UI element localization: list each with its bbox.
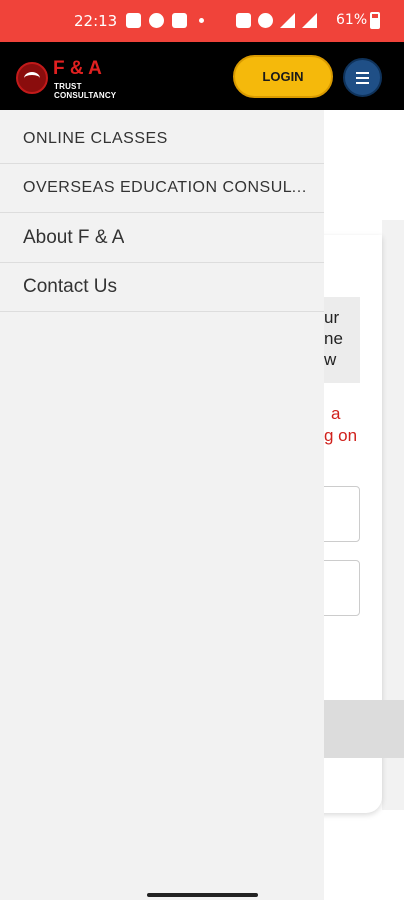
facebook-icon bbox=[149, 13, 164, 28]
gesture-handle[interactable] bbox=[147, 893, 258, 897]
drawer-item-about[interactable]: About F & A bbox=[0, 214, 324, 263]
login-button[interactable]: LOGIN bbox=[233, 55, 333, 98]
status-bar: 22:13 61% bbox=[0, 0, 404, 42]
signal-icon bbox=[302, 13, 317, 28]
logo-title: F & A bbox=[53, 58, 102, 79]
notice-text-line-2: g on bbox=[324, 426, 358, 445]
drawer-item-online-classes[interactable]: ONLINE CLASSES bbox=[0, 115, 324, 164]
pocket-icon bbox=[172, 13, 187, 28]
status-system-icons bbox=[236, 13, 317, 28]
info-text-line-1: ur bbox=[324, 308, 340, 327]
site-logo[interactable]: F & A TRUST CONSULTANCY bbox=[16, 58, 141, 100]
drawer-item-label: ONLINE CLASSES bbox=[23, 130, 168, 147]
nfc-icon bbox=[236, 13, 251, 28]
drawer-item-label: Contact Us bbox=[23, 276, 117, 297]
menu-button[interactable] bbox=[343, 58, 382, 97]
data-4g-icon bbox=[280, 13, 295, 28]
status-time: 22:13 bbox=[74, 12, 118, 30]
notice-text-line-1: a bbox=[331, 404, 341, 423]
hamburger-icon bbox=[356, 71, 369, 74]
battery-percent: 61% bbox=[336, 12, 368, 28]
drawer-item-label: OVERSEAS EDUCATION CONSULTANCY bbox=[23, 179, 308, 196]
nav-drawer: ONLINE CLASSES OVERSEAS EDUCATION CONSUL… bbox=[0, 110, 324, 900]
drawer-item-label: About F & A bbox=[23, 227, 125, 248]
hotspot-icon bbox=[258, 13, 273, 28]
battery-icon bbox=[370, 12, 380, 29]
info-text-line-3: w bbox=[324, 350, 337, 369]
logo-mark-icon bbox=[16, 62, 48, 94]
news-icon bbox=[126, 13, 141, 28]
site-header: F & A TRUST CONSULTANCY LOGIN bbox=[0, 42, 404, 110]
dot-icon bbox=[199, 18, 204, 23]
info-text-line-2: ne bbox=[324, 329, 343, 348]
logo-subtitle: TRUST CONSULTANCY bbox=[54, 82, 117, 100]
drawer-item-overseas-education[interactable]: OVERSEAS EDUCATION CONSULTANCY bbox=[0, 164, 324, 213]
status-notification-icons bbox=[126, 13, 204, 28]
drawer-item-contact[interactable]: Contact Us bbox=[0, 263, 324, 312]
